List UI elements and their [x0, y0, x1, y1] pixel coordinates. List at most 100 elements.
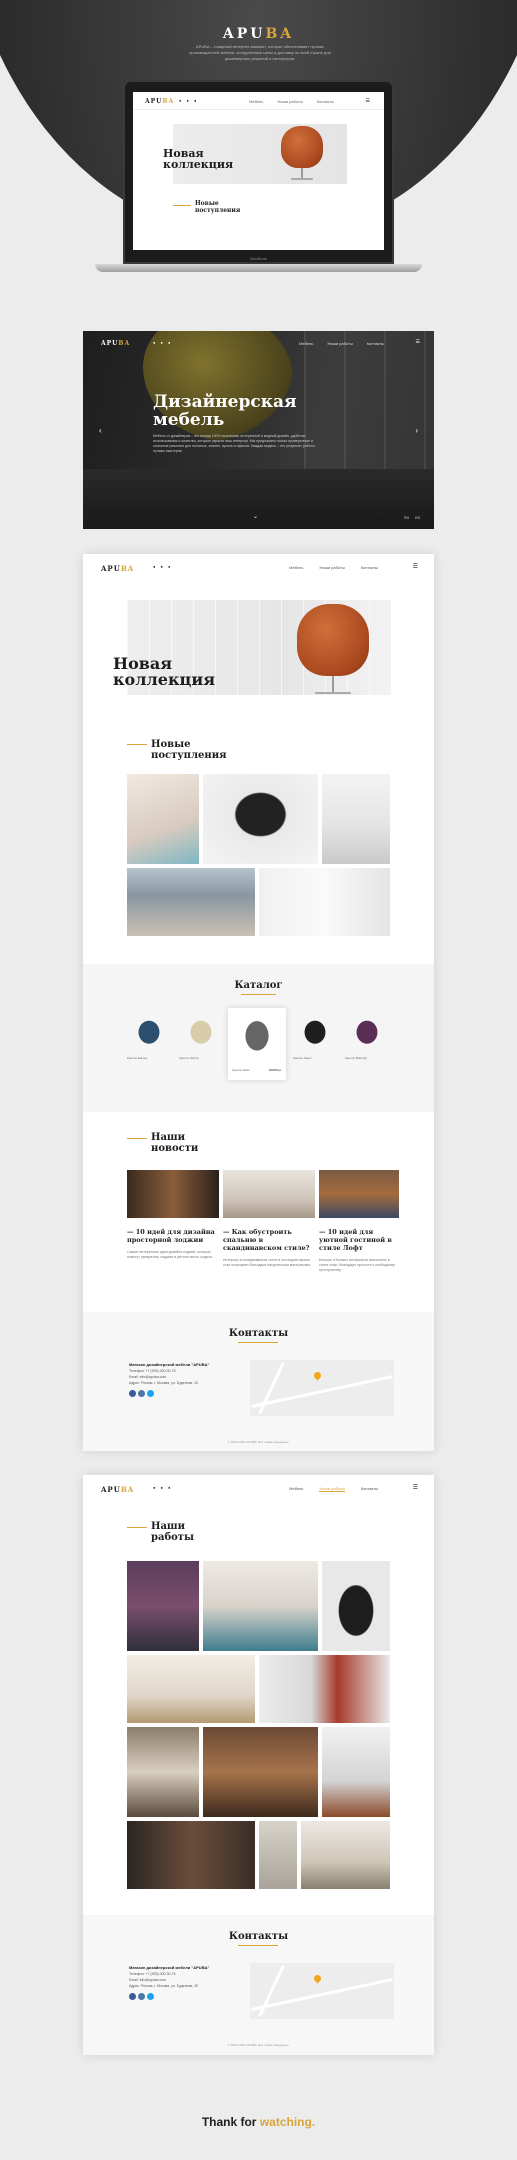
home-logo[interactable]: APUBA: [101, 564, 134, 573]
news-item-3-title[interactable]: — 10 идей для уютной гостиной в стиле Ло…: [319, 1228, 399, 1252]
works-twitter-icon[interactable]: [147, 1993, 154, 2000]
home-contacts-title: Контакты: [228, 1328, 289, 1339]
work-photo-9[interactable]: [127, 1821, 255, 1889]
home-copyright: © 2020–2021 APUBA. Все права защищены.: [227, 1440, 290, 1444]
laptop-egg-leg: [301, 168, 303, 178]
new-item-photo-5[interactable]: [259, 868, 390, 936]
works-social-icons: [129, 1993, 249, 2000]
works-map-pin-icon[interactable]: [312, 1973, 323, 1984]
slider-prev-arrow-icon[interactable]: ‹: [99, 426, 102, 435]
twitter-icon[interactable]: [147, 1390, 154, 1397]
facebook-icon[interactable]: [129, 1390, 136, 1397]
home-menu-icon[interactable]: ☰: [413, 563, 418, 570]
home-nav-contacts[interactable]: Контакты: [361, 565, 378, 570]
catalog-title: Каталог: [234, 980, 283, 991]
scroll-down-icon[interactable]: ⌄: [253, 513, 258, 520]
laptop-label: MacBook: [250, 256, 267, 261]
works-facebook-icon[interactable]: [129, 1993, 136, 2000]
slider-next-arrow-icon[interactable]: ›: [415, 426, 418, 435]
home-nav-links: Мебель Наши работы Контакты: [289, 565, 378, 570]
laptop-base: [95, 264, 422, 272]
news-item-2-image: [223, 1170, 315, 1218]
laptop-logo[interactable]: APUBA: [145, 98, 174, 105]
work-photo-3[interactable]: [322, 1561, 390, 1651]
catalog-item-3-price: 180000 р.: [268, 1068, 282, 1072]
home-social-icons: [129, 1390, 249, 1397]
home-map[interactable]: [250, 1360, 394, 1416]
catalog-item-3[interactable]: Кресло EGG 180000 р.: [228, 1008, 286, 1080]
laptop-nav-furniture[interactable]: Мебель: [249, 99, 263, 104]
work-photo-8[interactable]: [322, 1727, 390, 1817]
works-menu-icon[interactable]: ☰: [413, 1484, 418, 1491]
news-item-2[interactable]: — Как обустроить спальню в скандинавском…: [223, 1170, 315, 1268]
lang-en[interactable]: EN: [415, 516, 420, 520]
new-item-photo-4[interactable]: [127, 868, 255, 936]
home-social-dots[interactable]: ● ● ●: [153, 564, 172, 569]
laptop-nav-contacts[interactable]: Контакты: [317, 99, 334, 104]
laptop-new-arrivals-title: Новые поступления: [195, 200, 241, 214]
home-contact-company: Магазин дизайнерской мебели "APUBA": [129, 1362, 210, 1367]
slider-section: APUBA ● ● ● Мебель Наши работы Контакты …: [83, 331, 434, 529]
catalog-item-3-image: [238, 1016, 276, 1060]
slider-text: Мебель от дизайнеров – это всегда 100% э…: [153, 434, 315, 453]
news-item-3[interactable]: — 10 идей для уютной гостиной в стиле Ло…: [319, 1170, 399, 1273]
slider-nav-contacts[interactable]: Контакты: [367, 341, 384, 346]
home-page-card: APUBA ● ● ● Мебель Наши работы Контакты …: [83, 554, 434, 1451]
home-nav-works[interactable]: Наши работы: [319, 565, 344, 570]
lang-ru[interactable]: RU: [404, 516, 409, 520]
work-photo-11[interactable]: [301, 1821, 390, 1889]
new-item-photo-3[interactable]: [322, 774, 390, 864]
catalog-item-4[interactable]: Кресло Swan: [293, 1012, 337, 1062]
news-item-1-title[interactable]: — 10 идей для дизайна просторной лоджии: [127, 1228, 219, 1244]
laptop-nav-works[interactable]: Наши работы: [277, 99, 302, 104]
home-map-road-1: [258, 1361, 285, 1415]
works-title-line: [127, 1527, 147, 1528]
slider-menu-icon[interactable]: ☰: [416, 339, 420, 345]
works-contacts-section: Контакты Магазин дизайнерской мебели "AP…: [83, 1915, 434, 2055]
catalog-item-1-label: Кресло Eames: [127, 1056, 148, 1060]
works-page-card: APUBA ● ● ● Мебель Наши работы Контакты …: [83, 1475, 434, 2055]
catalog-item-5[interactable]: Кресло Butterfly: [345, 1012, 389, 1062]
laptop-social-dots[interactable]: ● ● ●: [179, 98, 198, 103]
works-logo[interactable]: APUBA: [101, 1485, 134, 1494]
slider-nav-furniture[interactable]: Мебель: [299, 341, 313, 346]
works-nav-links: Мебель Наши работы Контакты: [289, 1486, 378, 1492]
laptop-screen: APUBA ● ● ● Мебель Наши работы Контакты …: [133, 92, 384, 250]
new-item-photo-1[interactable]: [127, 774, 199, 864]
work-photo-2[interactable]: [203, 1561, 318, 1651]
works-nav-furniture[interactable]: Мебель: [289, 1486, 303, 1492]
new-arrivals-title: Новые поступления: [151, 739, 227, 761]
slider-social-dots[interactable]: ● ● ●: [153, 340, 172, 345]
news-item-1[interactable]: — 10 идей для дизайна просторной лоджии …: [127, 1170, 219, 1260]
slider-nav-works[interactable]: Наши работы: [327, 341, 352, 346]
egg-chair-foot: [315, 692, 351, 694]
vk-icon[interactable]: [138, 1390, 145, 1397]
work-photo-1[interactable]: [127, 1561, 199, 1651]
new-item-photo-2[interactable]: [203, 774, 318, 864]
works-nav-works-active[interactable]: Наши работы: [319, 1486, 345, 1492]
work-photo-7[interactable]: [203, 1727, 318, 1817]
slider-logo[interactable]: APUBA: [101, 340, 130, 347]
works-map-road-1: [258, 1964, 285, 2018]
laptop-collection-title: Новая коллекция: [163, 147, 234, 171]
thanks-accent: watching.: [259, 2115, 316, 2129]
works-vk-icon[interactable]: [138, 1993, 145, 2000]
works-contacts-title: Контакты: [228, 1931, 289, 1942]
works-nav-contacts[interactable]: Контакты: [361, 1486, 378, 1492]
work-photo-10[interactable]: [259, 1821, 297, 1889]
work-photo-4[interactable]: [127, 1655, 255, 1723]
news-item-2-title[interactable]: — Как обустроить спальню в скандинавском…: [223, 1228, 315, 1252]
catalog-item-1[interactable]: Кресло Eames: [127, 1012, 171, 1062]
works-map[interactable]: [250, 1963, 394, 2019]
catalog-item-2[interactable]: Кресло Womb: [179, 1012, 223, 1062]
works-social-dots[interactable]: ● ● ●: [153, 1485, 172, 1490]
works-copyright: © 2020–2021 APUBA. Все права защищены.: [227, 2043, 290, 2047]
news-title-line: [127, 1138, 147, 1139]
home-map-pin-icon[interactable]: [312, 1370, 323, 1381]
laptop-menu-icon[interactable]: ☰: [366, 98, 370, 104]
home-nav-furniture[interactable]: Мебель: [289, 565, 303, 570]
work-photo-5[interactable]: [259, 1655, 390, 1723]
work-photo-6[interactable]: [127, 1727, 199, 1817]
news-item-1-text: Самые интересные идеи дизайна лоджий, ко…: [127, 1250, 213, 1259]
home-contacts-section: Контакты Магазин дизайнерской мебели "AP…: [83, 1312, 434, 1451]
